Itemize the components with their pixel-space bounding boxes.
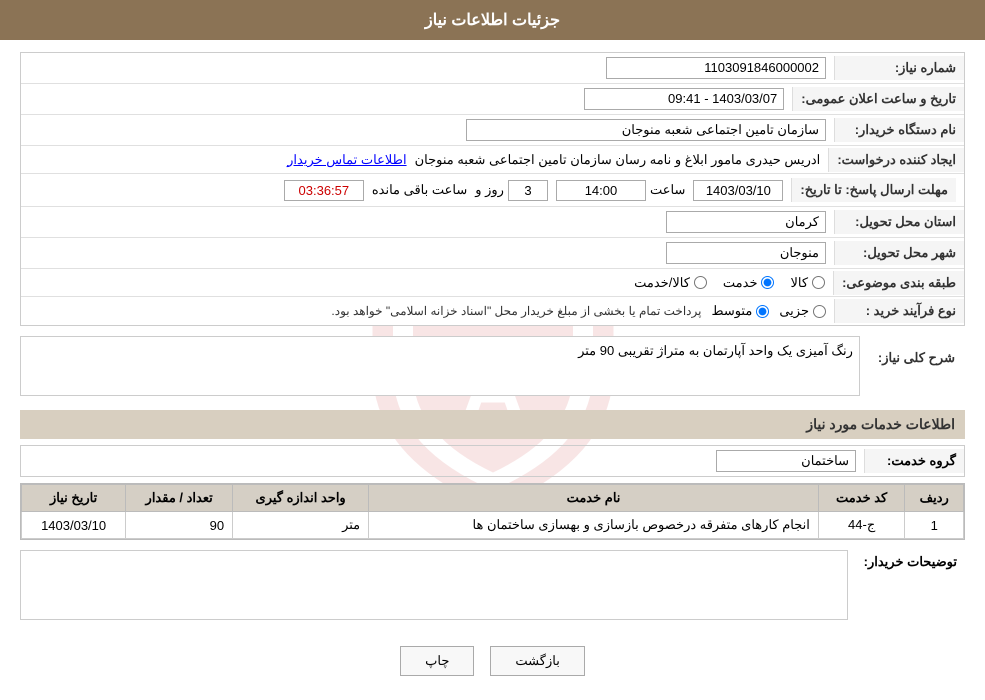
tabaqeh-khedmat[interactable]: خدمت: [723, 275, 775, 291]
noefarayand-value: جزیی متوسط پرداخت تمام یا بخشی از مبلغ خ…: [21, 299, 834, 323]
tabaqeh-kala[interactable]: کالا: [790, 275, 825, 291]
ostan-label: استان محل تحویل:: [834, 210, 964, 234]
main-content: A شماره نیاز: 1103091846000002 تاریخ و س…: [0, 40, 985, 700]
cell-vahed: متر: [233, 512, 369, 539]
page-title: جزئیات اطلاعات نیاز: [425, 12, 560, 29]
page-wrapper: جزئیات اطلاعات نیاز A شماره نیاز: 110309…: [0, 0, 985, 700]
sharh-label: شرح کلی نیاز:: [868, 344, 965, 372]
namDastgah-row: نام دستگاه خریدار: سازمان تامین اجتماعی …: [21, 115, 964, 146]
tarikh-input: 1403/03/07 - 09:41: [584, 88, 784, 110]
mohlat-rooz: 3: [508, 180, 548, 201]
tabaqeh-row: طبقه بندی موضوعی: کالا خدمت کالا/خدمت: [21, 269, 964, 297]
mohlat-baghimande-val: 03:36:57: [284, 180, 364, 201]
page-header: جزئیات اطلاعات نیاز: [0, 0, 985, 40]
tozihat-box: [20, 550, 848, 620]
sharh-value: رنگ آمیزی یک واحد آپارتمان به متراژ تقری…: [578, 343, 853, 358]
tozihat-box-wrapper: [20, 550, 848, 624]
col-tarikh: تاریخ نیاز: [22, 485, 126, 512]
sharh-box: رنگ آمیزی یک واحد آپارتمان به متراژ تقری…: [20, 336, 860, 396]
shahr-row: شهر محل تحویل: منوجان: [21, 238, 964, 269]
shomareNiaz-row: شماره نیاز: 1103091846000002: [21, 53, 964, 84]
tabaqeh-options: کالا خدمت کالا/خدمت: [21, 271, 833, 295]
cell-name: انجام کارهای متفرقه درخصوص بازسازی و بهس…: [369, 512, 819, 539]
grouh-value: ساختمان: [708, 446, 864, 476]
mohlat-saat-item: ساعت 14:00: [556, 180, 685, 201]
col-tedad: تعداد / مقدار: [126, 485, 233, 512]
noefarayand-label: نوع فرآیند خرید :: [834, 299, 964, 323]
noefarayand-options: جزیی متوسط: [711, 303, 826, 319]
services-table: ردیف کد خدمت نام خدمت واحد اندازه گیری ت…: [21, 484, 964, 539]
ostan-row: استان محل تحویل: کرمان: [21, 207, 964, 238]
shahr-input: منوجان: [666, 242, 826, 264]
shahr-value: منوجان: [21, 238, 834, 268]
back-button[interactable]: بازگشت: [490, 646, 584, 676]
shomareNiaz-value: 1103091846000002: [21, 53, 834, 83]
services-title: اطلاعات خدمات مورد نیاز: [20, 410, 965, 439]
table-header-row: ردیف کد خدمت نام خدمت واحد اندازه گیری ت…: [22, 485, 964, 512]
info-section: شماره نیاز: 1103091846000002 تاریخ و ساع…: [20, 52, 965, 326]
services-table-wrapper: ردیف کد خدمت نام خدمت واحد اندازه گیری ت…: [20, 483, 965, 540]
noefarayand-note: پرداخت تمام یا بخشی از مبلغ خریدار محل "…: [331, 304, 701, 318]
noefarayand-row: نوع فرآیند خرید : جزیی متوسط پرداخت تمام…: [21, 297, 964, 325]
mohlat-date: 1403/03/10: [693, 180, 783, 201]
tabaqeh-label: طبقه بندی موضوعی:: [833, 271, 964, 295]
mohlat-label: مهلت ارسال پاسخ: تا تاریخ:: [791, 178, 956, 202]
cell-kod: ج-44: [818, 512, 905, 539]
sharh-section: شرح کلی نیاز: رنگ آمیزی یک واحد آپارتمان…: [20, 336, 965, 400]
tarikh-row: تاریخ و ساعت اعلان عمومی: 1403/03/07 - 0…: [21, 84, 964, 115]
cell-tarikh: 1403/03/10: [22, 512, 126, 539]
noefarayand-motavasset[interactable]: متوسط: [711, 303, 769, 319]
mohlat-rooz-item: 3 روز و: [475, 180, 548, 201]
col-vahed: واحد اندازه گیری: [233, 485, 369, 512]
shahr-label: شهر محل تحویل:: [834, 241, 964, 265]
services-section: گروه خدمت: ساختمان ردیف کد خدمت نام خدمت…: [20, 445, 965, 540]
namDastgah-value: سازمان تامین اجتماعی شعبه منوجان: [21, 115, 834, 145]
noefarayand-jozi[interactable]: جزیی: [779, 303, 826, 319]
grouh-row: گروه خدمت: ساختمان: [20, 445, 965, 477]
tarikh-value: 1403/03/07 - 09:41: [21, 84, 792, 114]
ijadKonande-label: ایجاد کننده درخواست:: [828, 148, 964, 172]
ettelaat-link[interactable]: اطلاعات تماس خریدار: [287, 152, 406, 168]
ijadKonande-text: ادریس حیدری مامور ابلاغ و نامه رسان سازم…: [415, 152, 821, 168]
shomareNiaz-input: 1103091846000002: [606, 57, 826, 79]
namDastgah-label: نام دستگاه خریدار:: [834, 118, 964, 142]
mohlat-saat-label: ساعت: [650, 182, 685, 198]
print-button[interactable]: چاپ: [400, 646, 474, 676]
ijadKonande-row: ایجاد کننده درخواست: ادریس حیدری مامور ا…: [21, 146, 964, 174]
ostan-input: کرمان: [666, 211, 826, 233]
tozihat-section: توضیحات خریدار:: [20, 550, 965, 624]
ijadKonande-value: ادریس حیدری مامور ابلاغ و نامه رسان سازم…: [21, 148, 828, 172]
cell-radif: 1: [905, 512, 964, 539]
grouh-label: گروه خدمت:: [864, 449, 964, 473]
mohlat-baghimande-label: ساعت باقی مانده: [372, 182, 467, 198]
col-name: نام خدمت: [369, 485, 819, 512]
col-radif: ردیف: [905, 485, 964, 512]
mohlat-saat: 14:00: [556, 180, 646, 201]
buttons-row: بازگشت چاپ: [20, 634, 965, 688]
shomareNiaz-label: شماره نیاز:: [834, 56, 964, 80]
ostan-value: کرمان: [21, 207, 834, 237]
tarikh-label: تاریخ و ساعت اعلان عمومی:: [792, 87, 964, 111]
sharh-box-wrapper: رنگ آمیزی یک واحد آپارتمان به متراژ تقری…: [20, 336, 860, 400]
mohlat-row: مهلت ارسال پاسخ: تا تاریخ: 1403/03/10 سا…: [21, 174, 964, 207]
cell-tedad: 90: [126, 512, 233, 539]
col-kod: کد خدمت: [818, 485, 905, 512]
table-row: 1 ج-44 انجام کارهای متفرقه درخصوص بازساز…: [22, 512, 964, 539]
grouh-input: ساختمان: [716, 450, 856, 472]
mohlat-rooz-label: روز و: [475, 182, 504, 198]
content-overlay: شماره نیاز: 1103091846000002 تاریخ و ساع…: [20, 52, 965, 688]
tabaqeh-kalaKhedmat[interactable]: کالا/خدمت: [634, 275, 707, 291]
tozihat-label: توضیحات خریدار:: [856, 550, 965, 574]
namDastgah-input: سازمان تامین اجتماعی شعبه منوجان: [466, 119, 826, 141]
